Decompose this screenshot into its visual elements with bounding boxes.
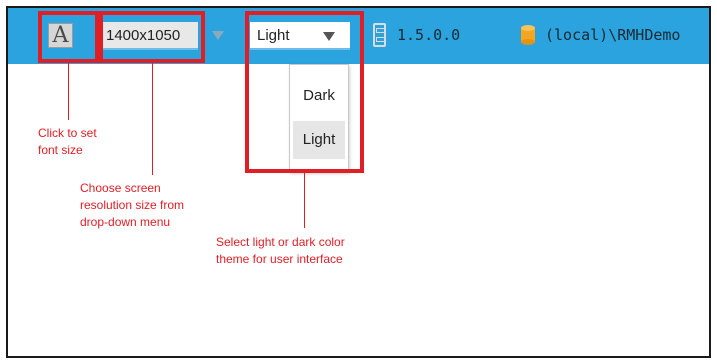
database-icon [521, 25, 535, 45]
font-size-button[interactable]: A [48, 23, 73, 48]
app-toolbar: A 1400x1050 Light 1.5.0.0 (local)\RMHDem… [8, 8, 709, 64]
version-label: 1.5.0.0 [397, 26, 461, 44]
theme-note: Select light or dark color theme for use… [216, 235, 345, 266]
chevron-down-icon[interactable] [323, 32, 335, 41]
font-size-icon: A [52, 22, 69, 48]
resolution-dropdown[interactable]: 1400x1050 [101, 22, 237, 50]
screenshot-frame: A 1400x1050 Light 1.5.0.0 (local)\RMHDem… [6, 6, 711, 358]
chevron-down-icon[interactable] [212, 31, 224, 40]
archive-cabinet-icon [373, 23, 386, 47]
font-size-leader [68, 63, 69, 120]
theme-option-light[interactable]: Light [293, 121, 345, 159]
resolution-leader [152, 63, 153, 175]
resolution-value: 1400x1050 [101, 22, 198, 50]
server-label: (local)\RMHDemo [545, 26, 681, 44]
theme-value: Light [257, 27, 290, 44]
font-size-note: Click to set font size [38, 126, 97, 157]
theme-leader [304, 173, 305, 228]
theme-dropdown[interactable]: Light [250, 22, 350, 50]
theme-menu: Dark Light [289, 64, 349, 172]
resolution-note: Choose screen resolution size from drop-… [80, 181, 185, 229]
theme-option-dark[interactable]: Dark [293, 77, 345, 115]
